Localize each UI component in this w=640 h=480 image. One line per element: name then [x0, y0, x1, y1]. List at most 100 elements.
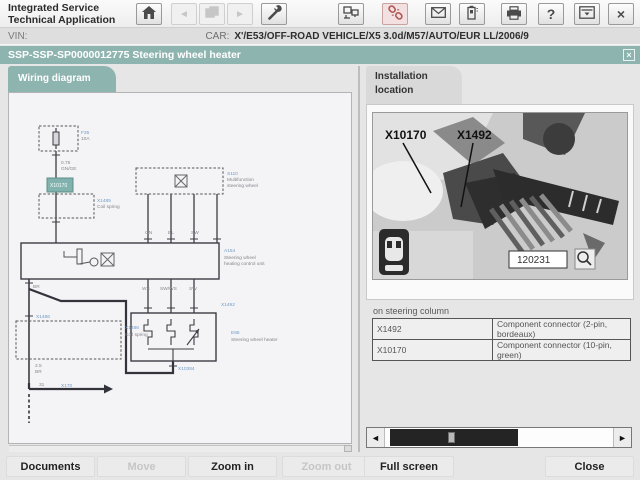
- car-label: CAR:: [205, 31, 229, 42]
- back-icon: ◄: [179, 9, 189, 20]
- move-button[interactable]: Move: [97, 456, 186, 477]
- right-panel-hscrollbar[interactable]: ◄ ►: [366, 427, 632, 448]
- svg-text:BR: BR: [33, 284, 40, 290]
- svg-text:10A: 10A: [81, 136, 90, 142]
- installation-photo[interactable]: X10170 X1492 120231: [372, 112, 628, 280]
- photo-label-x1492: X1492: [457, 128, 492, 142]
- scrollbar-thumb[interactable]: [390, 429, 518, 446]
- help-icon: ?: [547, 6, 556, 22]
- documents-button[interactable]: Documents: [6, 456, 95, 477]
- ista-window: Integrated Service Technical Application…: [0, 0, 640, 480]
- control-unit-box: [21, 243, 219, 279]
- svg-text:Steering wheel: Steering wheel: [224, 255, 256, 261]
- minimize-button[interactable]: [574, 3, 600, 25]
- coil-spring-box-1: [39, 194, 94, 218]
- panel-splitter[interactable]: [358, 66, 360, 452]
- tab-installation-line2: location: [375, 84, 462, 98]
- svg-text:S110: S110: [227, 171, 238, 177]
- vehicle-info-bar: VIN: CAR: X'/E53/OFF-ROAD VEHICLE/X5 3.0…: [0, 28, 640, 45]
- scroll-left-arrow[interactable]: ◄: [367, 428, 384, 447]
- highlighted-connector[interactable]: X10170: [47, 178, 73, 192]
- app-title-line1: Integrated Service: [8, 2, 115, 14]
- svg-text:GN/GE: GN/GE: [61, 166, 76, 172]
- svg-text:GN: GN: [145, 230, 153, 236]
- app-title: Integrated Service Technical Application: [8, 2, 115, 26]
- svg-text:A154: A154: [224, 248, 236, 254]
- diagram-hscrollbar-box[interactable]: [344, 445, 352, 452]
- sessions-icon: [205, 6, 219, 22]
- connector-code: X1492: [373, 319, 493, 340]
- connector-desc: Component connector (10-pin, green): [493, 340, 631, 361]
- svg-text:X1492: X1492: [221, 302, 235, 308]
- vin-label: VIN:: [8, 31, 27, 42]
- svg-text:X1486: X1486: [36, 314, 50, 320]
- top-header: Integrated Service Technical Application…: [0, 0, 640, 28]
- forward-button[interactable]: ►: [227, 3, 253, 25]
- svg-text:SW: SW: [191, 230, 199, 236]
- svg-text:BL: BL: [168, 230, 174, 236]
- svg-text:31: 31: [39, 382, 45, 388]
- footer-button-bar: Documents Move Zoom in Zoom out Full scr…: [0, 452, 640, 480]
- ground-arrow: [104, 385, 113, 394]
- help-button[interactable]: ?: [538, 3, 564, 25]
- car-value: X'/E53/OFF-ROAD VEHICLE/X5 3.0d/M57/AUTO…: [234, 31, 529, 42]
- zoom-in-button[interactable]: Zoom in: [188, 456, 277, 477]
- connector-code: X10170: [373, 340, 493, 361]
- sessions-button[interactable]: [199, 3, 225, 25]
- scroll-right-arrow[interactable]: ►: [614, 428, 631, 447]
- svg-text:SW/WS: SW/WS: [160, 286, 177, 292]
- wiring-diagram-panel[interactable]: X10170: [8, 92, 352, 444]
- close-icon: ×: [617, 6, 625, 22]
- table-row[interactable]: X10170 Component connector (10-pin, gree…: [373, 340, 631, 361]
- svg-text:F35: F35: [81, 130, 90, 136]
- wiring-diagram-svg: X10170: [9, 93, 351, 443]
- tab-installation-location[interactable]: Installation location: [366, 66, 462, 104]
- svg-text:0.75: 0.75: [61, 160, 71, 166]
- close-button[interactable]: Close: [545, 456, 634, 477]
- svg-text:X10384: X10384: [178, 366, 195, 372]
- close-app-button[interactable]: ×: [608, 3, 634, 25]
- battery-button[interactable]: [459, 3, 485, 25]
- photo-number: 120231: [517, 255, 551, 266]
- svg-text:E85: E85: [231, 330, 240, 336]
- mail-icon: [431, 7, 446, 21]
- back-button[interactable]: ◄: [171, 3, 197, 25]
- home-button[interactable]: [136, 3, 162, 25]
- tab-wiring-diagram[interactable]: Wiring diagram: [8, 66, 116, 92]
- print-button[interactable]: [501, 3, 527, 25]
- workshop-button[interactable]: [261, 3, 287, 25]
- forward-icon: ►: [235, 9, 245, 20]
- svg-text:SW: SW: [189, 286, 197, 292]
- full-screen-button[interactable]: Full screen: [364, 456, 454, 477]
- svg-text:X1486: X1486: [125, 325, 139, 331]
- connection-manager-button[interactable]: [338, 3, 364, 25]
- zoom-out-button[interactable]: Zoom out: [282, 456, 371, 477]
- diagram-hscrollbar[interactable]: [9, 445, 344, 452]
- svg-text:Multifunction: Multifunction: [227, 177, 254, 183]
- svg-text:2.5: 2.5: [35, 363, 42, 369]
- svg-text:Coil spring: Coil spring: [125, 332, 148, 338]
- fuse-box: [39, 126, 78, 151]
- svg-text:X170: X170: [61, 383, 73, 389]
- svg-text:Steering wheel heater: Steering wheel heater: [231, 337, 278, 343]
- tab-installation-line1: Installation: [375, 70, 462, 84]
- app-title-line2: Technical Application: [8, 14, 115, 26]
- devices-icon: [343, 6, 359, 23]
- close-document-icon[interactable]: ×: [623, 49, 635, 61]
- photo-label-x10170: X10170: [385, 128, 427, 142]
- document-title-bar: SSP-SSP-SP0000012775 Steering wheel heat…: [0, 46, 640, 64]
- scrollbar-track[interactable]: [384, 428, 614, 447]
- home-icon: [142, 6, 156, 22]
- photo-zoom-button[interactable]: [575, 249, 595, 269]
- svg-text:BR: BR: [35, 369, 42, 375]
- svg-text:steering wheel: steering wheel: [227, 183, 258, 189]
- broken-link-icon: [387, 4, 404, 24]
- svg-text:X1485: X1485: [97, 198, 111, 204]
- mail-button[interactable]: [425, 3, 451, 25]
- printer-icon: [506, 6, 522, 23]
- connector-desc: Component connector (2-pin, bordeaux): [493, 319, 631, 340]
- svg-text:heating control unit: heating control unit: [224, 261, 265, 267]
- scrollbar-grip: [448, 432, 455, 443]
- vehicle-connection-button[interactable]: [382, 3, 408, 25]
- table-row[interactable]: X1492 Component connector (2-pin, bordea…: [373, 319, 631, 340]
